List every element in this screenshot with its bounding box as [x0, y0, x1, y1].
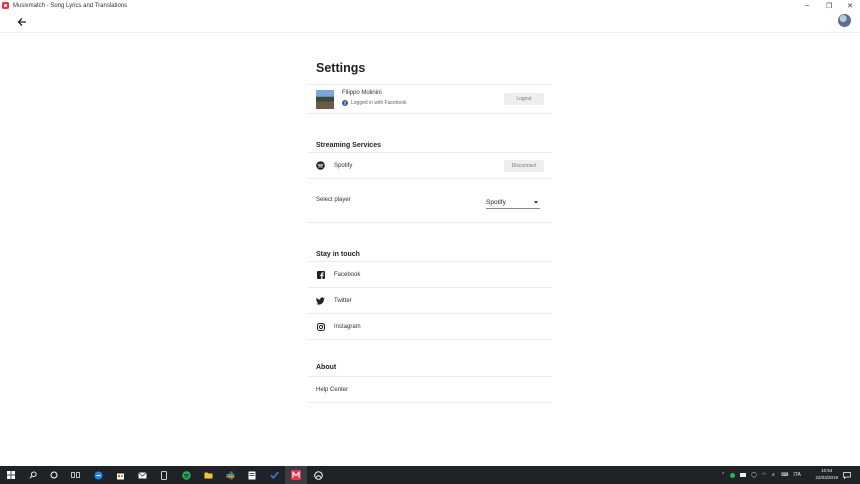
- player-select[interactable]: Spotify: [486, 196, 540, 209]
- streaming-services-header: Streaming Services: [308, 138, 552, 152]
- tray-app-icon[interactable]: [730, 472, 736, 478]
- login-status-text: Logged in with Facebook: [351, 100, 407, 106]
- mail-icon[interactable]: [131, 466, 153, 484]
- taskbar-clock[interactable]: 10:54 22/03/2019: [815, 468, 838, 481]
- volume-icon[interactable]: ♬: [771, 472, 776, 478]
- social-label-twitter: Twitter: [334, 297, 352, 304]
- social-item-instagram[interactable]: Instagram: [308, 314, 552, 340]
- close-button[interactable]: ✕: [839, 0, 860, 11]
- facebook-badge-icon: f: [342, 100, 348, 106]
- minimize-button[interactable]: –: [796, 0, 818, 11]
- spotify-icon: [316, 161, 325, 170]
- slack-icon[interactable]: [219, 466, 241, 484]
- chevron-up-icon[interactable]: ⌃: [721, 472, 725, 478]
- spotify-label: Spotify: [334, 162, 353, 169]
- social-label-facebook: Facebook: [334, 271, 361, 278]
- stay-in-touch-heading: Stay in touch: [316, 250, 360, 258]
- spotify-service-row: Spotify Disconnect: [308, 153, 552, 179]
- settings-panel: Settings Filippo Molinini f Logged in wi…: [308, 60, 552, 403]
- disconnect-button[interactable]: Disconnect: [504, 159, 544, 172]
- taskbar: ⌃ ◯ ◠ ♬ ⌨ ITA 10:54 22/03/2019: [0, 466, 860, 484]
- clock-date: 22/03/2019: [815, 474, 838, 480]
- location-icon[interactable]: ◯: [751, 472, 757, 478]
- facebook-icon: [316, 270, 325, 279]
- keyboard-icon[interactable]: ⌨: [781, 472, 788, 478]
- login-status: f Logged in with Facebook: [342, 100, 407, 106]
- word-doc-icon[interactable]: [241, 466, 263, 484]
- notifications-icon[interactable]: [836, 466, 858, 484]
- app-header: [0, 11, 860, 33]
- logout-button[interactable]: Logout: [504, 93, 544, 105]
- file-explorer-icon[interactable]: [197, 466, 219, 484]
- about-header: About: [308, 360, 552, 374]
- maximize-button[interactable]: ❐: [818, 0, 840, 11]
- select-player-label: Select player: [316, 197, 351, 203]
- window-titlebar: Musixmatch - Song Lyrics and Translation…: [0, 0, 860, 11]
- profile-name: Filippo Molinini: [342, 90, 382, 96]
- task-view-icon[interactable]: [64, 466, 86, 484]
- battery-icon[interactable]: [740, 473, 747, 477]
- social-label-instagram: Instagram: [334, 323, 361, 330]
- help-center-link[interactable]: Help Center: [316, 387, 348, 393]
- musixmatch-app-icon: [2, 2, 9, 9]
- user-avatar[interactable]: [838, 14, 851, 27]
- back-arrow-icon[interactable]: [14, 14, 30, 30]
- stay-in-touch-header: Stay in touch: [308, 247, 552, 261]
- streaming-services-heading: Streaming Services: [316, 141, 381, 149]
- page-title: Settings: [316, 61, 366, 75]
- social-item-twitter[interactable]: Twitter: [308, 288, 552, 314]
- phone-icon[interactable]: [153, 466, 175, 484]
- wifi-icon[interactable]: ◠: [762, 472, 766, 478]
- social-item-facebook[interactable]: Facebook: [308, 262, 552, 288]
- xbox-icon[interactable]: [307, 466, 329, 484]
- profile-picture: [316, 90, 334, 109]
- search-icon[interactable]: [22, 466, 44, 484]
- musixmatch-taskbar-icon[interactable]: [285, 466, 307, 484]
- chevron-down-icon: [534, 201, 538, 204]
- spotify-taskbar-icon[interactable]: [175, 466, 197, 484]
- edge-browser-icon[interactable]: [87, 466, 109, 484]
- player-select-value: Spotify: [486, 198, 506, 206]
- twitter-icon: [316, 296, 325, 305]
- instagram-icon: [316, 322, 325, 331]
- language-indicator[interactable]: ITA: [793, 472, 800, 478]
- cortana-icon[interactable]: [43, 466, 65, 484]
- profile-row: Filippo Molinini f Logged in with Facebo…: [308, 84, 552, 114]
- todo-check-icon[interactable]: [263, 466, 285, 484]
- window-title: Musixmatch - Song Lyrics and Translation…: [13, 2, 128, 9]
- start-button[interactable]: [0, 466, 22, 484]
- about-heading: About: [316, 363, 337, 371]
- system-tray: ⌃ ◯ ◠ ♬ ⌨ ITA: [721, 466, 801, 484]
- select-player-row: Select player Spotify: [308, 179, 552, 223]
- help-center-row[interactable]: Help Center: [308, 377, 552, 403]
- store-icon[interactable]: [109, 466, 131, 484]
